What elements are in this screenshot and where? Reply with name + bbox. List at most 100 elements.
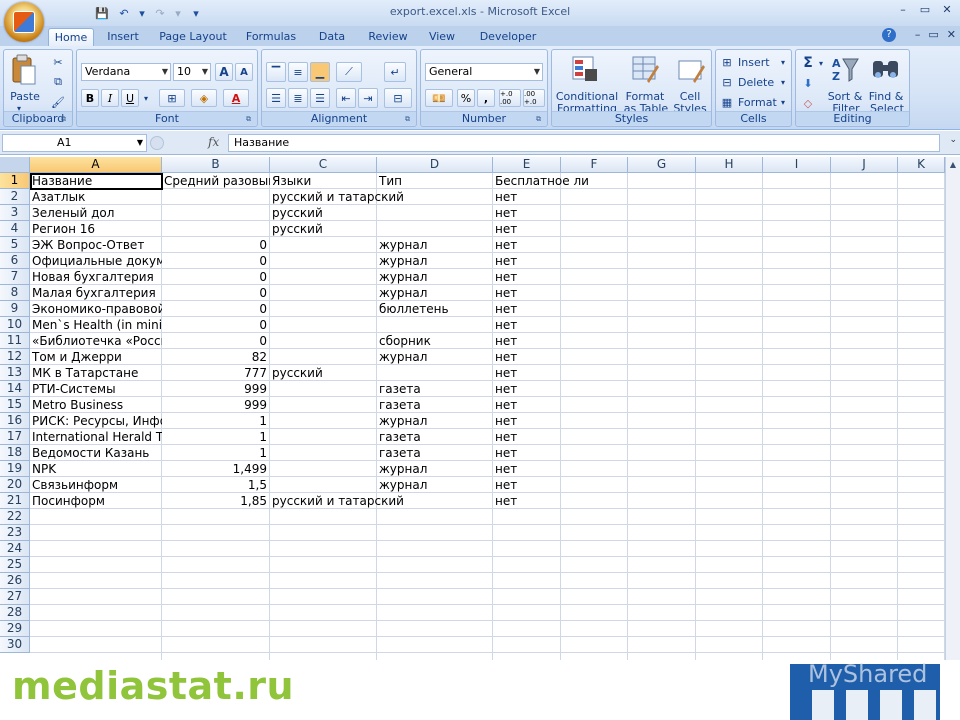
increase-indent-icon[interactable]: ⇥ xyxy=(358,88,378,108)
copy-icon[interactable]: ⧉ xyxy=(50,74,66,90)
row-header-5[interactable]: 5 xyxy=(0,237,30,253)
cell-e1[interactable]: Бесплатное ли xyxy=(493,173,589,189)
row-header-20[interactable]: 20 xyxy=(0,477,30,493)
cell-b19[interactable]: 1,499 xyxy=(162,461,270,477)
delete-cells-icon[interactable]: ⊟ xyxy=(720,75,734,89)
cell-b18[interactable]: 1 xyxy=(162,445,270,461)
align-center-icon[interactable]: ≣ xyxy=(288,88,308,108)
cell-e20[interactable]: нет xyxy=(493,477,561,493)
cell-a1[interactable]: Название xyxy=(30,173,162,189)
row-header-16[interactable]: 16 xyxy=(0,413,30,429)
delete-dropdown-icon[interactable]: ▾ xyxy=(778,75,788,89)
cell-a5[interactable]: ЭЖ Вопрос-Ответ xyxy=(30,237,162,253)
cell-a13[interactable]: МК в Татарстане xyxy=(30,365,162,381)
sort-filter-icon[interactable]: AZ xyxy=(830,54,860,84)
cell-b16[interactable]: 1 xyxy=(162,413,270,429)
cell-d5[interactable]: журнал xyxy=(377,237,493,253)
fill-color-icon[interactable]: ◈ xyxy=(191,89,217,107)
row-header-2[interactable]: 2 xyxy=(0,189,30,205)
cell-a6[interactable]: Официальные документы xyxy=(30,253,162,269)
cell-d18[interactable]: газета xyxy=(377,445,493,461)
cell-a11[interactable]: «Библиотечка «Российской xyxy=(30,333,162,349)
cut-icon[interactable]: ✂ xyxy=(50,54,66,70)
conditional-formatting-icon[interactable] xyxy=(570,54,600,84)
italic-button[interactable]: I xyxy=(101,89,119,107)
formula-input[interactable]: Название xyxy=(228,134,940,152)
cell-e3[interactable]: нет xyxy=(493,205,561,221)
tab-formulas[interactable]: Formulas xyxy=(240,28,302,46)
column-header-f[interactable]: F xyxy=(561,157,628,173)
cell-e2[interactable]: нет xyxy=(493,189,561,205)
cell-e12[interactable]: нет xyxy=(493,349,561,365)
font-launcher-icon[interactable]: ⧉ xyxy=(246,115,255,124)
column-header-j[interactable]: J xyxy=(831,157,898,173)
row-header-10[interactable]: 10 xyxy=(0,317,30,333)
insert-dropdown-icon[interactable]: ▾ xyxy=(778,55,788,69)
number-format-arrow-icon[interactable]: ▼ xyxy=(534,64,540,80)
cell-e9[interactable]: нет xyxy=(493,301,561,317)
column-header-b[interactable]: B xyxy=(162,157,270,173)
office-button[interactable] xyxy=(4,2,44,42)
scroll-up-icon[interactable]: ▲ xyxy=(947,158,959,172)
row-header-19[interactable]: 19 xyxy=(0,461,30,477)
cell-b10[interactable]: 0 xyxy=(162,317,270,333)
cell-d19[interactable]: журнал xyxy=(377,461,493,477)
cell-e16[interactable]: нет xyxy=(493,413,561,429)
cell-b15[interactable]: 999 xyxy=(162,397,270,413)
insert-cells-button[interactable]: Insert xyxy=(738,55,778,69)
cell-b17[interactable]: 1 xyxy=(162,429,270,445)
row-header-24[interactable]: 24 xyxy=(0,541,30,557)
find-select-icon[interactable] xyxy=(870,54,902,84)
decrease-indent-icon[interactable]: ⇤ xyxy=(336,88,356,108)
cell-c13[interactable]: русский xyxy=(270,365,377,381)
tab-insert[interactable]: Insert xyxy=(100,28,146,46)
cell-c4[interactable]: русский xyxy=(270,221,377,237)
font-name-combo[interactable]: Verdana ▼ xyxy=(81,63,171,81)
column-header-c[interactable]: C xyxy=(270,157,377,173)
row-header-25[interactable]: 25 xyxy=(0,557,30,573)
merge-center-icon[interactable]: ⊟ xyxy=(384,88,412,108)
tab-view[interactable]: View xyxy=(420,28,464,46)
cell-d8[interactable]: журнал xyxy=(377,285,493,301)
select-all-corner[interactable] xyxy=(0,157,30,173)
row-header-9[interactable]: 9 xyxy=(0,301,30,317)
cell-c3[interactable]: русский xyxy=(270,205,377,221)
cell-a18[interactable]: Ведомости Казань xyxy=(30,445,162,461)
cell-e15[interactable]: нет xyxy=(493,397,561,413)
format-cells-button[interactable]: Format xyxy=(738,95,778,109)
row-header-28[interactable]: 28 xyxy=(0,605,30,621)
format-cells-icon[interactable]: ▦ xyxy=(720,95,734,109)
sort-filter-line1[interactable]: Sort & xyxy=(826,90,864,103)
row-header-11[interactable]: 11 xyxy=(0,333,30,349)
row-header-15[interactable]: 15 xyxy=(0,397,30,413)
tab-page-layout[interactable]: Page Layout xyxy=(156,28,230,46)
doc-restore-button[interactable]: ▭ xyxy=(928,28,938,41)
cell-b5[interactable]: 0 xyxy=(162,237,270,253)
grow-font-button[interactable]: A xyxy=(215,63,233,81)
cell-b20[interactable]: 1,5 xyxy=(162,477,270,493)
paste-icon[interactable] xyxy=(10,53,38,87)
cell-a17[interactable]: International Herald Tribune xyxy=(30,429,162,445)
font-size-combo[interactable]: 10 ▼ xyxy=(173,63,211,81)
row-header-18[interactable]: 18 xyxy=(0,445,30,461)
format-as-table-line1[interactable]: Format xyxy=(622,90,668,103)
comma-button[interactable]: , xyxy=(477,89,495,107)
cell-a3[interactable]: Зеленый дол xyxy=(30,205,162,221)
row-header-23[interactable]: 23 xyxy=(0,525,30,541)
format-as-table-icon[interactable] xyxy=(630,54,660,84)
number-format-combo[interactable]: General ▼ xyxy=(425,63,543,81)
decrease-decimal-button[interactable]: .00 +.0 xyxy=(523,89,545,107)
paste-button[interactable]: Paste xyxy=(10,90,40,103)
tab-home[interactable]: Home xyxy=(48,28,94,46)
cell-e18[interactable]: нет xyxy=(493,445,561,461)
row-header-14[interactable]: 14 xyxy=(0,381,30,397)
cell-d6[interactable]: журнал xyxy=(377,253,493,269)
orientation-icon[interactable]: ⟋ xyxy=(336,62,362,82)
cell-a21[interactable]: Посинформ xyxy=(30,493,162,509)
increase-decimal-button[interactable]: +.0 .00 xyxy=(499,89,521,107)
autosum-dropdown-icon[interactable]: ▾ xyxy=(816,54,826,72)
row-header-13[interactable]: 13 xyxy=(0,365,30,381)
formula-bar-handle-icon[interactable] xyxy=(150,136,164,150)
row-header-8[interactable]: 8 xyxy=(0,285,30,301)
insert-function-button[interactable]: fx xyxy=(208,135,219,149)
